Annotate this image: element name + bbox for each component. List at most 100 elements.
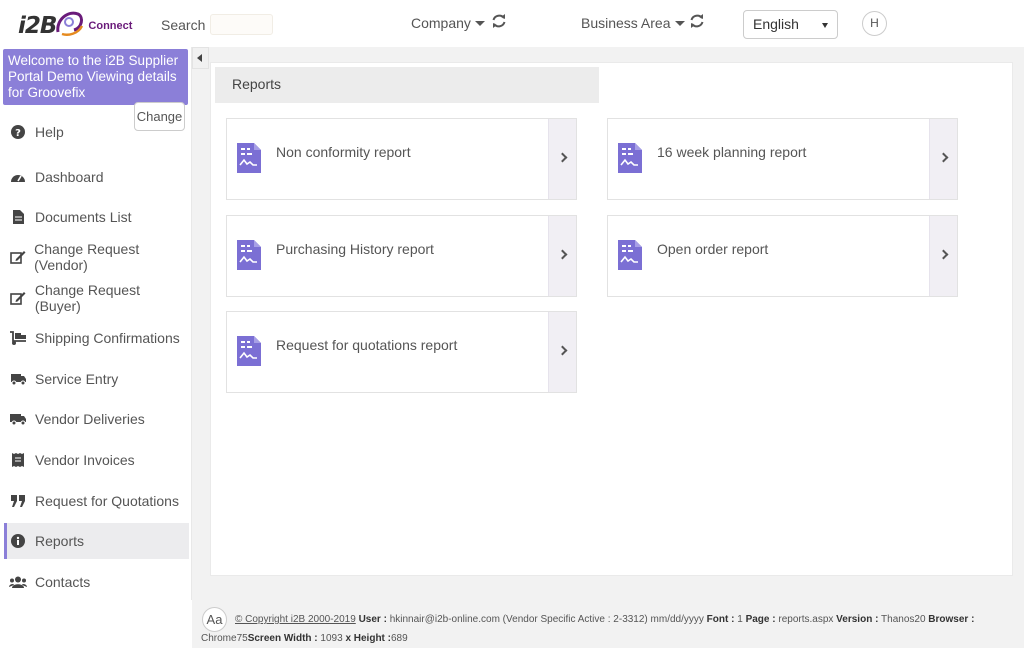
open-report-button[interactable] <box>929 216 957 296</box>
language-value: English <box>753 16 799 32</box>
company-refresh-icon[interactable] <box>491 13 507 29</box>
sidebar-item-contacts[interactable]: Contacts <box>4 564 189 600</box>
language-select[interactable]: English <box>743 10 838 39</box>
copyright-link[interactable]: © Copyright i2B 2000-2019 <box>235 614 356 625</box>
sidebar-item-label: Change Request (Vendor) <box>34 241 140 273</box>
sidebar-item-label: Change Request (Buyer) <box>34 282 140 314</box>
font-size-button[interactable]: Aa <box>202 607 227 632</box>
select-arrow-icon <box>822 23 828 28</box>
report-document-icon <box>618 143 642 173</box>
document-icon <box>9 209 27 225</box>
footer: Aa © Copyright i2B 2000-2019 User : hkin… <box>192 600 1024 648</box>
sidebar-item-label: Help <box>35 124 64 140</box>
chevron-right-icon <box>557 249 568 260</box>
report-label: 16 week planning report <box>657 144 807 160</box>
welcome-banner: Welcome to the i2B Supplier Portal Demo … <box>3 49 188 105</box>
user-avatar[interactable]: H <box>862 11 887 36</box>
report-label: Purchasing History report <box>276 241 434 257</box>
page-title: Reports <box>215 67 599 103</box>
sidebar-item-label: Reports <box>35 533 85 549</box>
sidebar-item-label: Service Entry <box>35 371 119 387</box>
sidebar-item-dashboard[interactable]: Dashboard <box>4 159 189 195</box>
sidebar-item-documents-list[interactable]: Documents List <box>4 199 189 235</box>
open-report-button[interactable] <box>548 312 576 392</box>
users-icon <box>9 574 27 590</box>
quote-icon <box>9 493 27 509</box>
report-card-non-conformity[interactable]: Non conformity report <box>226 118 577 200</box>
sidebar-item-change-request-vendor[interactable]: Change Request (Vendor) <box>4 239 189 275</box>
user-value: hkinnair@i2b-online.com (Vendor Specific… <box>389 614 704 625</box>
receipt-icon <box>9 452 27 468</box>
sidebar-item-vendor-deliveries[interactable]: Vendor Deliveries <box>4 401 189 437</box>
sidebar-item-label: Documents List <box>35 209 132 225</box>
company-label: Company <box>411 15 471 31</box>
browser-label: Browser : <box>928 614 975 625</box>
search-label: Search : <box>161 17 214 33</box>
sidebar-item-label: Request for Quotations <box>35 493 179 509</box>
logo-connect-text: Connect <box>88 20 133 32</box>
open-report-button[interactable] <box>929 119 957 199</box>
height-value: 689 <box>391 633 408 644</box>
report-document-icon <box>618 240 642 270</box>
height-label: x Height : <box>345 633 391 644</box>
business-area-refresh-icon[interactable] <box>689 13 705 29</box>
svg-text:?: ? <box>15 128 21 139</box>
truck-icon <box>9 411 27 427</box>
caret-down-icon <box>674 20 685 26</box>
logo-text: i2B <box>18 13 57 39</box>
report-label: Non conformity report <box>276 144 411 160</box>
i2b-logo[interactable]: i2B Connect <box>18 6 132 40</box>
open-report-button[interactable] <box>548 119 576 199</box>
sidebar-item-vendor-invoices[interactable]: Vendor Invoices <box>4 442 189 478</box>
font-value: 1 <box>737 614 743 625</box>
screen-width-value: 1093 <box>320 633 343 644</box>
open-report-button[interactable] <box>548 216 576 296</box>
caret-left-icon <box>197 54 202 62</box>
top-header: i2B Connect Search : Company Business Ar… <box>0 0 1024 47</box>
sidebar-collapse-toggle[interactable] <box>192 47 209 69</box>
chevron-right-icon <box>938 152 949 163</box>
report-card-request-for-quotations[interactable]: Request for quotations report <box>226 311 577 393</box>
dashboard-icon <box>9 169 27 185</box>
report-document-icon <box>237 336 261 366</box>
chevron-right-icon <box>938 249 949 260</box>
report-label: Request for quotations report <box>276 337 458 353</box>
sidebar-item-label: Shipping Confirmations <box>35 330 180 346</box>
dolly-icon <box>9 330 27 346</box>
question-circle-icon: ? <box>9 124 27 140</box>
report-card-purchasing-history[interactable]: Purchasing History report <box>226 215 577 297</box>
footer-info-line: © Copyright i2B 2000-2019 User : hkinnai… <box>235 614 974 625</box>
sidebar-item-service-entry[interactable]: Service Entry <box>4 361 189 397</box>
footer-info-line-2: Chrome75Screen Width : 1093 x Height :68… <box>201 633 408 644</box>
version-value: Thanos20 <box>881 614 926 625</box>
sidebar-item-reports[interactable]: Reports <box>4 523 189 559</box>
sidebar-item-label: Dashboard <box>35 169 104 185</box>
business-area-label: Business Area <box>581 15 671 31</box>
font-label: Font : <box>706 614 735 625</box>
search-input[interactable] <box>210 14 273 35</box>
report-card-16-week-planning[interactable]: 16 week planning report <box>607 118 958 200</box>
sidebar-item-shipping-confirmations[interactable]: Shipping Confirmations <box>4 320 189 356</box>
sidebar-item-request-for-quotations[interactable]: Request for Quotations <box>4 483 189 519</box>
user-label: User : <box>358 614 387 625</box>
sidebar-item-label: Vendor Invoices <box>35 452 135 468</box>
report-label: Open order report <box>657 241 769 257</box>
page-value: reports.aspx <box>778 614 834 625</box>
version-label: Version : <box>836 614 879 625</box>
sidebar-item-label: Vendor Deliveries <box>35 411 145 427</box>
report-document-icon <box>237 143 261 173</box>
screen-width-label: Screen Width : <box>247 633 318 644</box>
business-area-dropdown[interactable]: Business Area <box>581 15 685 31</box>
sidebar-item-help[interactable]: ? Help <box>4 114 189 150</box>
sidebar-item-label: Contacts <box>35 574 91 590</box>
edit-icon <box>9 290 27 306</box>
report-document-icon <box>237 240 261 270</box>
report-card-open-order[interactable]: Open order report <box>607 215 958 297</box>
info-circle-icon <box>9 533 27 549</box>
caret-down-icon <box>474 20 485 26</box>
sidebar-item-change-request-buyer[interactable]: Change Request (Buyer) <box>4 280 189 316</box>
shipping-fast-icon <box>9 371 27 387</box>
edit-icon <box>9 249 26 265</box>
browser-value: Chrome75 <box>201 633 248 644</box>
company-dropdown[interactable]: Company <box>411 15 485 31</box>
